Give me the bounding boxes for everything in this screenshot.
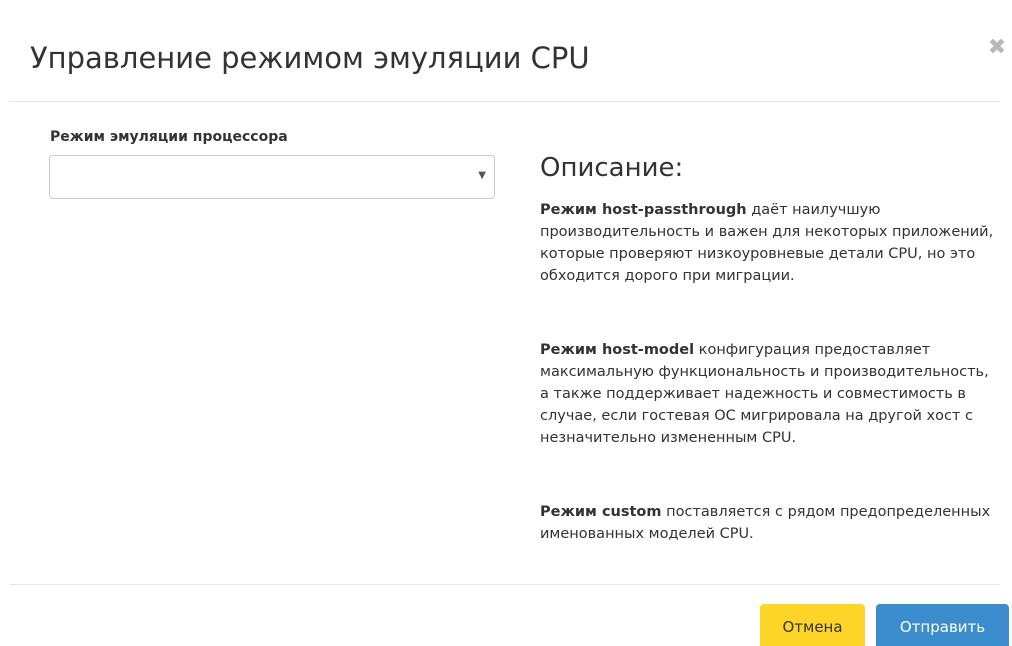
chevron-down-icon: ▼ [478, 170, 486, 181]
description-paragraph-host-passthrough: Режим host-passthrough даёт наилучшую пр… [540, 199, 995, 287]
description-heading: Описание: [540, 153, 684, 183]
footer-divider [10, 584, 1000, 585]
description-bold-custom: Режим custom [540, 504, 662, 520]
cpu-mode-label: Режим эмуляции процессора [50, 129, 288, 145]
description-bold-host-passthrough: Режим host-passthrough [540, 202, 747, 218]
close-icon[interactable]: ✖ [985, 36, 1009, 60]
description-bold-host-model: Режим host-model [540, 342, 695, 358]
description-panel: Описание: Режим host-passthrough даёт на… [540, 150, 1000, 542]
modal-title: Управление режимом эмуляции CPU [30, 41, 590, 75]
description-paragraph-custom: Режим custom поставляется с рядом предоп… [540, 501, 995, 545]
cpu-mode-select[interactable]: ▼ [49, 155, 495, 199]
header-divider [10, 101, 1000, 102]
cancel-button[interactable]: Отмена [760, 604, 865, 646]
description-paragraph-host-model: Режим host-model конфигурация предоставл… [540, 339, 995, 449]
cpu-mode-modal: Управление режимом эмуляции CPU ✖ Режим … [0, 0, 1012, 646]
submit-button[interactable]: Отправить [876, 604, 1009, 646]
